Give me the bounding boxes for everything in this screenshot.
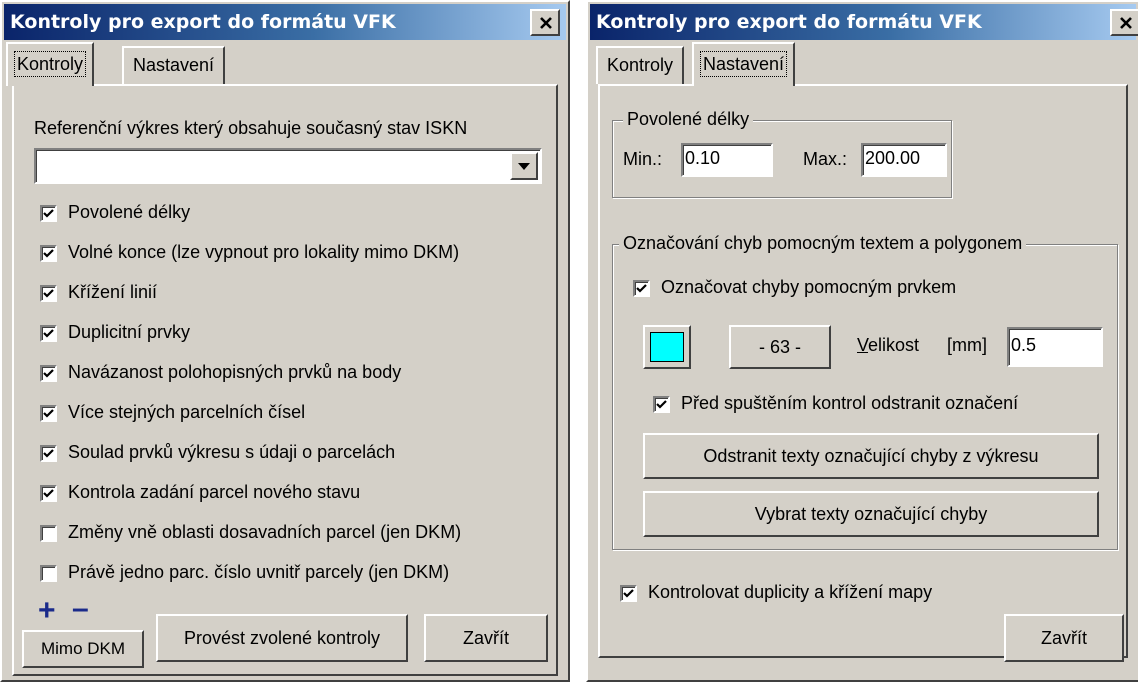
checkbox[interactable] (653, 396, 670, 413)
checkmark-icon (43, 289, 54, 298)
left-dialog: Kontroly pro export do formátu VFK Kontr… (0, 0, 570, 682)
checkmark-icon (43, 369, 54, 378)
reference-drawing-select[interactable] (34, 148, 542, 184)
allowed-lengths-group: Povolené délky Min.: 0.10 Max.: 200.00 (612, 109, 952, 198)
group-label: Povolené délky (623, 109, 754, 130)
checkbox[interactable] (40, 325, 57, 342)
mimo-dkm-button[interactable]: Mimo DKM (22, 630, 144, 668)
dropdown-button[interactable] (510, 152, 538, 180)
error-marking-group: Označování chyb pomocným textem a polygo… (612, 233, 1118, 550)
checkmark-icon (636, 284, 647, 293)
tab-nastaveni[interactable]: Nastavení (692, 42, 796, 86)
checkmark-icon (43, 329, 54, 338)
close-button[interactable] (1110, 9, 1138, 36)
checkbox[interactable] (40, 285, 57, 302)
size-input[interactable]: 0.5 (1007, 327, 1103, 367)
tab-kontroly[interactable]: Kontroly (596, 46, 685, 84)
min-label: Min.: (623, 149, 663, 169)
checkbox[interactable] (40, 445, 57, 462)
checkmark-icon (623, 589, 634, 598)
size-unit: [mm] (947, 335, 987, 355)
run-checks-button[interactable]: Provést zvolené kontroly (156, 614, 408, 662)
checkbox[interactable] (40, 245, 57, 262)
color-swatch (650, 332, 684, 362)
checkmark-icon (43, 209, 54, 218)
checkbox[interactable] (40, 485, 57, 502)
reference-label: Referenční výkres který obsahuje současn… (34, 118, 468, 138)
title-bar[interactable]: Kontroly pro export do formátu VFK (590, 4, 1138, 40)
checkbox[interactable] (40, 525, 57, 542)
checkbox[interactable] (620, 585, 637, 602)
title-bar[interactable]: Kontroly pro export do formátu VFK (4, 4, 566, 40)
group-label: Označování chyb pomocným textem a polygo… (619, 233, 1027, 254)
right-dialog: Kontroly pro export do formátu VFK Kontr… (586, 0, 1138, 682)
checkmark-icon (656, 400, 667, 409)
close-icon (1120, 17, 1132, 29)
checkmark-icon (43, 249, 54, 258)
chevron-down-icon (518, 163, 530, 170)
checkmark-icon (43, 449, 54, 458)
checkmark-icon (43, 409, 54, 418)
tab-nastaveni[interactable]: Nastavení (122, 46, 226, 84)
close-dialog-button[interactable]: Zavřít (1004, 614, 1124, 662)
level-button[interactable]: - 63 - (729, 325, 831, 369)
checkbox[interactable] (633, 280, 650, 297)
checkmark-icon (43, 489, 54, 498)
checkbox[interactable] (40, 365, 57, 382)
checkbox[interactable] (40, 205, 57, 222)
dialog-title: Kontroly pro export do formátu VFK (596, 11, 982, 33)
tab-kontroly[interactable]: Kontroly (6, 42, 95, 86)
close-button[interactable] (530, 9, 560, 36)
select-texts-button[interactable]: Vybrat texty označující chyby (643, 491, 1099, 537)
plus-icon[interactable]: + (38, 596, 56, 626)
checkbox[interactable] (40, 565, 57, 582)
close-icon (540, 17, 552, 29)
color-swatch-button[interactable] (643, 325, 691, 369)
size-label: Velikost (857, 335, 920, 355)
tab-panel-nastaveni: Povolené délky Min.: 0.10 Max.: 200.00 O… (598, 84, 1128, 662)
max-length-input[interactable]: 200.00 (861, 143, 947, 177)
max-label: Max.: (803, 149, 848, 169)
dialog-title: Kontroly pro export do formátu VFK (10, 11, 396, 33)
tab-panel-kontroly: Referenční výkres který obsahuje současn… (12, 84, 558, 676)
close-dialog-button[interactable]: Zavřít (424, 614, 548, 662)
remove-texts-button[interactable]: Odstranit texty označující chyby z výkre… (643, 433, 1099, 479)
minus-icon[interactable]: – (72, 594, 89, 624)
checkbox[interactable] (40, 405, 57, 422)
min-length-input[interactable]: 0.10 (681, 143, 773, 177)
